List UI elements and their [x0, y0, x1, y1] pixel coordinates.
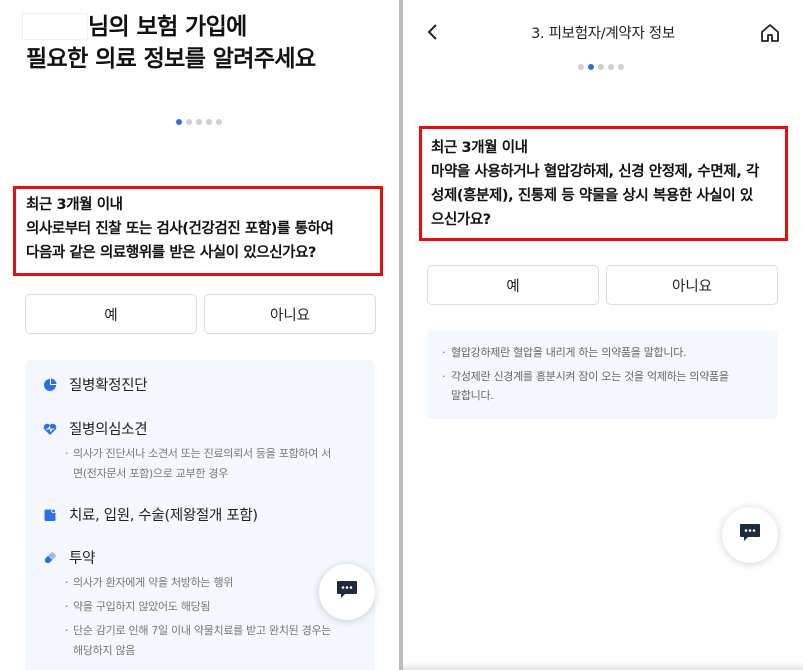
- info-item-label: 치료, 입원, 수술(제왕절개 포함): [69, 508, 258, 524]
- no-button[interactable]: 아니요: [204, 294, 376, 334]
- progress-dots: [176, 119, 222, 125]
- info-note: · 약을 구입하지 않았어도 해당됨: [65, 600, 211, 613]
- info-note: · 혈압강하제란 혈압을 내리게 하는 의약품을 말합니다.: [442, 346, 687, 359]
- info-item-label: 질병의심소견: [69, 422, 148, 438]
- info-note: · 단순 감기로 인해 7일 이내 약물치료를 받고 완치된 경우는: [65, 624, 332, 637]
- pill-icon: [43, 551, 57, 565]
- progress-dot: [618, 64, 624, 70]
- progress-dot: [216, 119, 222, 125]
- yes-button[interactable]: 예: [427, 265, 599, 305]
- question-line-4: 으신가요?: [431, 212, 491, 228]
- definition-info-box: · 혈압강하제란 혈압을 내리게 하는 의약품을 말합니다. · 각성제란 신경계를…: [427, 331, 778, 419]
- bottom-edge: [403, 662, 803, 670]
- medical-info-card: 질병확정진단 질병의심소견 · 의사가 진단서나 소견서 또는 진료의뢰서 등을 …: [25, 360, 375, 670]
- progress-dot-active: [176, 119, 182, 125]
- info-note-continued: 해당하지 않음: [73, 644, 136, 657]
- info-note: · 의사가 환자에게 약을 처방하는 행위: [65, 576, 234, 589]
- progress-dot: [206, 119, 212, 125]
- info-note: · 각성제란 신경계를 흥분시켜 잠이 오는 것을 억제하는 의약품을: [442, 370, 729, 383]
- chat-button[interactable]: [722, 507, 778, 563]
- progress-dot: [578, 64, 584, 70]
- info-item-medication: 투약: [43, 547, 95, 568]
- question-line-2: 마약을 사용하거나 혈압강하제, 신경 안정제, 수면제, 각: [431, 164, 759, 180]
- no-button[interactable]: 아니요: [606, 265, 778, 305]
- info-item-suspicion: 질병의심소견: [43, 418, 148, 439]
- info-note-continued: 면(전자문서 포함)으로 교부한 경우: [73, 467, 229, 480]
- progress-dot: [598, 64, 604, 70]
- question-line-3: 성제(흥분제), 진통제 등 약물을 상시 복용한 사실이 있: [431, 188, 753, 204]
- progress-dot: [608, 64, 614, 70]
- info-item-treatment: 치료, 입원, 수술(제왕절개 포함): [43, 504, 258, 525]
- question-text: 최근 3개월 이내 마약을 사용하거나 혈압강하제, 신경 안정제, 수면제, …: [431, 136, 783, 232]
- info-item-diagnosis: 질병확정진단: [43, 374, 148, 395]
- info-note: · 의사가 진단서나 소견서 또는 진료의뢰서 등을 포함하여 서: [65, 447, 332, 460]
- question-line-1: 최근 3개월 이내: [26, 197, 123, 213]
- home-icon[interactable]: [759, 22, 781, 48]
- question-highlight-box: 최근 3개월 이내 마약을 사용하거나 혈압강하제, 신경 안정제, 수면제, …: [419, 126, 788, 241]
- info-note-continued: 말합니다.: [451, 389, 494, 402]
- page-title: 3. 피보험자/계약자 정보: [531, 26, 675, 42]
- right-screen: 3. 피보험자/계약자 정보 최근 3개월 이내 마약을 사용하거나 혈압강하제…: [403, 0, 803, 670]
- page-title-line-2: 필요한 의료 정보를 알려주세요: [26, 46, 316, 72]
- question-line-3: 다음과 같은 의료행위를 받은 사실이 있으신가요?: [26, 245, 317, 261]
- question-line-1: 최근 3개월 이내: [431, 140, 528, 156]
- chat-bubble-icon: [739, 523, 761, 547]
- progress-dot: [186, 119, 192, 125]
- progress-dot-active: [588, 64, 594, 70]
- info-item-label: 투약: [69, 551, 96, 567]
- clipboard-icon: [43, 508, 57, 522]
- info-item-label: 질병확정진단: [69, 378, 148, 394]
- progress-dot: [196, 119, 202, 125]
- yes-button[interactable]: 예: [25, 294, 197, 334]
- question-line-2: 의사로부터 진찰 또는 검사(건강검진 포함)를 통하여: [26, 221, 334, 237]
- question-text: 최근 3개월 이내 의사로부터 진찰 또는 검사(건강검진 포함)를 통하여 다…: [26, 193, 376, 265]
- page-title: 님의 보험 가입에 필요한 의료 정보를 알려주세요: [26, 11, 316, 75]
- left-screen: 님의 보험 가입에 필요한 의료 정보를 알려주세요 최근 3개월 이내 의사로…: [0, 0, 399, 670]
- heart-pulse-icon: [43, 422, 57, 436]
- pie-chart-icon: [43, 378, 57, 392]
- progress-dots: [578, 64, 624, 70]
- page-title-line-1: 님의 보험 가입에: [88, 14, 247, 40]
- question-highlight-box: 최근 3개월 이내 의사로부터 진찰 또는 검사(건강검진 포함)를 통하여 다…: [13, 186, 383, 276]
- chat-button[interactable]: [319, 564, 375, 620]
- chat-bubble-icon: [336, 580, 358, 604]
